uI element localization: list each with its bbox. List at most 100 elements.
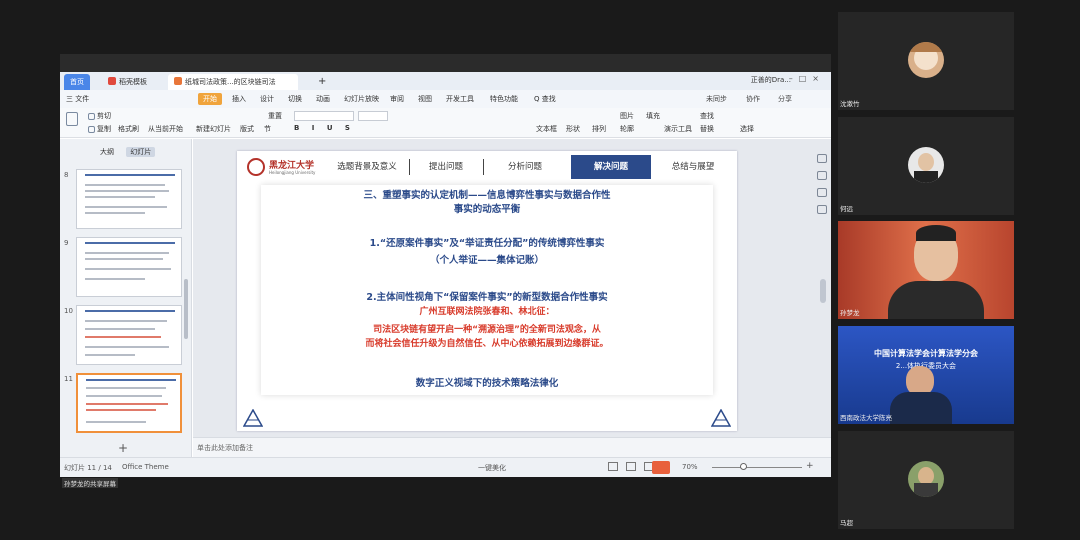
participant-tile-active-speaker[interactable]: 孙梦龙 [838, 221, 1014, 319]
nav-separator [483, 159, 484, 175]
find-button[interactable]: 查找 [700, 111, 714, 121]
speaker-suit [890, 392, 952, 424]
share-owner-label: 孙梦龙的共享屏幕 [62, 478, 118, 488]
menu-slideshow[interactable]: 幻灯片放映 [344, 94, 379, 104]
slide-thumbnail-selected[interactable] [76, 373, 182, 433]
menu-devtools[interactable]: 开发工具 [446, 94, 474, 104]
user-chip[interactable]: 正善的Dra... [751, 75, 791, 85]
banner-line1: 中国计算法学会计算法学分会 [874, 349, 978, 358]
paste-icon[interactable] [66, 112, 80, 126]
beautify-button[interactable]: 一键美化 [478, 463, 506, 473]
outline-button[interactable]: 轮廓 [620, 124, 634, 134]
slide-editor: 黑龙江大学 Heilongjiang University 选题背景及意义 提出… [193, 139, 831, 457]
zoom-in-button[interactable]: + [806, 461, 814, 471]
nav-solve-active: 解决问题 [571, 155, 651, 179]
presentation-tools-button[interactable]: 演示工具 [664, 124, 692, 134]
text-format-buttons[interactable]: B I U S [294, 124, 355, 132]
normal-view-icon[interactable] [608, 462, 618, 471]
slide-point1-sub: （个人举证——集体记账） [429, 255, 544, 266]
reset-button[interactable]: 重置 [268, 111, 282, 121]
picture-button[interactable]: 图片 [620, 111, 634, 121]
menu-animation[interactable]: 动画 [316, 94, 330, 104]
zoom-slider[interactable] [712, 467, 802, 468]
template-icon [108, 77, 116, 85]
nav-summary: 总结与展望 [671, 162, 715, 172]
participant-tile[interactable]: 何远 [838, 117, 1014, 215]
menu-file[interactable]: 三 文件 [66, 94, 89, 104]
copy-label: 复制 [97, 125, 111, 133]
copy-button[interactable]: 复制 [88, 124, 111, 134]
shape-button[interactable]: 形状 [566, 124, 580, 134]
menu-insert[interactable]: 插入 [232, 94, 246, 104]
avatar [908, 147, 944, 183]
menu-view[interactable]: 视图 [418, 94, 432, 104]
notes-bar[interactable]: 单击此处添加备注 [193, 437, 831, 457]
menu-features[interactable]: 特色功能 [490, 94, 518, 104]
menu-bar: 三 文件 开始 插入 设计 切换 动画 幻灯片放映 审阅 视图 开发工具 特色功… [60, 90, 831, 108]
pyramid-logo-icon-left [243, 409, 263, 427]
current-slide[interactable]: 黑龙江大学 Heilongjiang University 选题背景及意义 提出… [237, 151, 737, 431]
format-painter-button[interactable]: 格式刷 [118, 124, 139, 134]
layout-button[interactable]: 版式 [240, 124, 254, 134]
speaker-shirt [888, 281, 984, 319]
share-caption-bar [60, 477, 831, 487]
font-name-select[interactable] [294, 111, 354, 121]
arrange-button[interactable]: 排列 [592, 124, 606, 134]
slide-thumbnail[interactable] [76, 169, 182, 229]
slide-heading-line2: 事实的动态平衡 [453, 204, 521, 215]
sync-status[interactable]: 未同步 [706, 94, 727, 104]
nav-analyze: 分析问题 [507, 162, 542, 172]
tab-outline[interactable]: 大纲 [100, 148, 114, 156]
menu-start[interactable]: 开始 [198, 93, 222, 105]
play-slideshow-button[interactable] [652, 461, 670, 474]
slide-quote-line1: 司法区块链有望开启一种“溯源治理”的全新司法观念，从 [373, 325, 601, 335]
section-button[interactable]: 节 [264, 124, 271, 134]
replace-button[interactable]: 替换 [700, 124, 714, 134]
fill-button[interactable]: 填充 [646, 111, 660, 121]
shape-effects-icon[interactable] [817, 188, 827, 197]
select-button[interactable]: 选择 [740, 124, 754, 134]
participant-name: 沈漱竹 [840, 100, 860, 108]
participant-tile[interactable]: 中国计算法学会计算法学分会 2...体执行委员大会 西南政法大学陈亮 [838, 326, 1014, 424]
zoom-slider-handle[interactable] [740, 463, 747, 470]
menu-design[interactable]: 设计 [260, 94, 274, 104]
participant-tile[interactable]: 马超 [838, 431, 1014, 529]
slide-point2: 2.主体间性视角下“保留案件事实”的新型数据合作性事实 [366, 292, 608, 303]
zoom-level[interactable]: 70% [682, 463, 698, 471]
participant-tile[interactable]: 沈漱竹 [838, 12, 1014, 110]
ribbon-toolbar: 剪切 复制 格式刷 从当前开始 新建幻灯片 版式 节 重置 B I U S 文本… [60, 108, 831, 138]
notes-placeholder[interactable]: 单击此处添加备注 [197, 443, 253, 453]
window-controls[interactable]: –□× [789, 74, 825, 83]
nav-background: 选题背景及意义 [337, 162, 397, 172]
nav-separator [409, 159, 410, 175]
tab-document[interactable]: 纸城司法政策...的区块链司法 [168, 74, 298, 90]
thumb-number: 8 [64, 171, 69, 179]
menu-transition[interactable]: 切换 [288, 94, 302, 104]
tab-templates[interactable]: 稻壳模板 [102, 74, 153, 90]
pane-tabs: 大纲 幻灯片 [100, 147, 156, 157]
avatar [908, 461, 944, 497]
tab-slides[interactable]: 幻灯片 [126, 147, 156, 157]
editor-scrollbar[interactable] [820, 279, 826, 303]
add-slide-button[interactable]: + [118, 441, 128, 455]
properties-icon[interactable] [817, 154, 827, 163]
collab-button[interactable]: 协作 [746, 94, 760, 104]
animation-icon[interactable] [817, 171, 827, 180]
slide-thumbnail[interactable] [76, 305, 182, 365]
thumb-number: 11 [64, 375, 73, 383]
menu-review[interactable]: 审阅 [390, 94, 404, 104]
slide-thumbnail[interactable] [76, 237, 182, 297]
tab-home[interactable]: 首页 [64, 74, 90, 90]
sorter-view-icon[interactable] [626, 462, 636, 471]
new-tab-button[interactable]: + [312, 74, 332, 90]
share-button[interactable]: 分享 [778, 94, 792, 104]
menu-find[interactable]: Q 查找 [534, 94, 556, 104]
thumbnail-scrollbar[interactable] [184, 279, 188, 339]
font-size-select[interactable] [358, 111, 388, 121]
cut-button[interactable]: 剪切 [88, 111, 111, 121]
nav-raise-question: 提出问题 [428, 162, 463, 172]
play-from-current-button[interactable]: 从当前开始 [148, 124, 183, 134]
copy-style-icon[interactable] [817, 205, 827, 214]
new-slide-button[interactable]: 新建幻灯片 [196, 124, 231, 134]
textbox-button[interactable]: 文本框 [536, 124, 557, 134]
